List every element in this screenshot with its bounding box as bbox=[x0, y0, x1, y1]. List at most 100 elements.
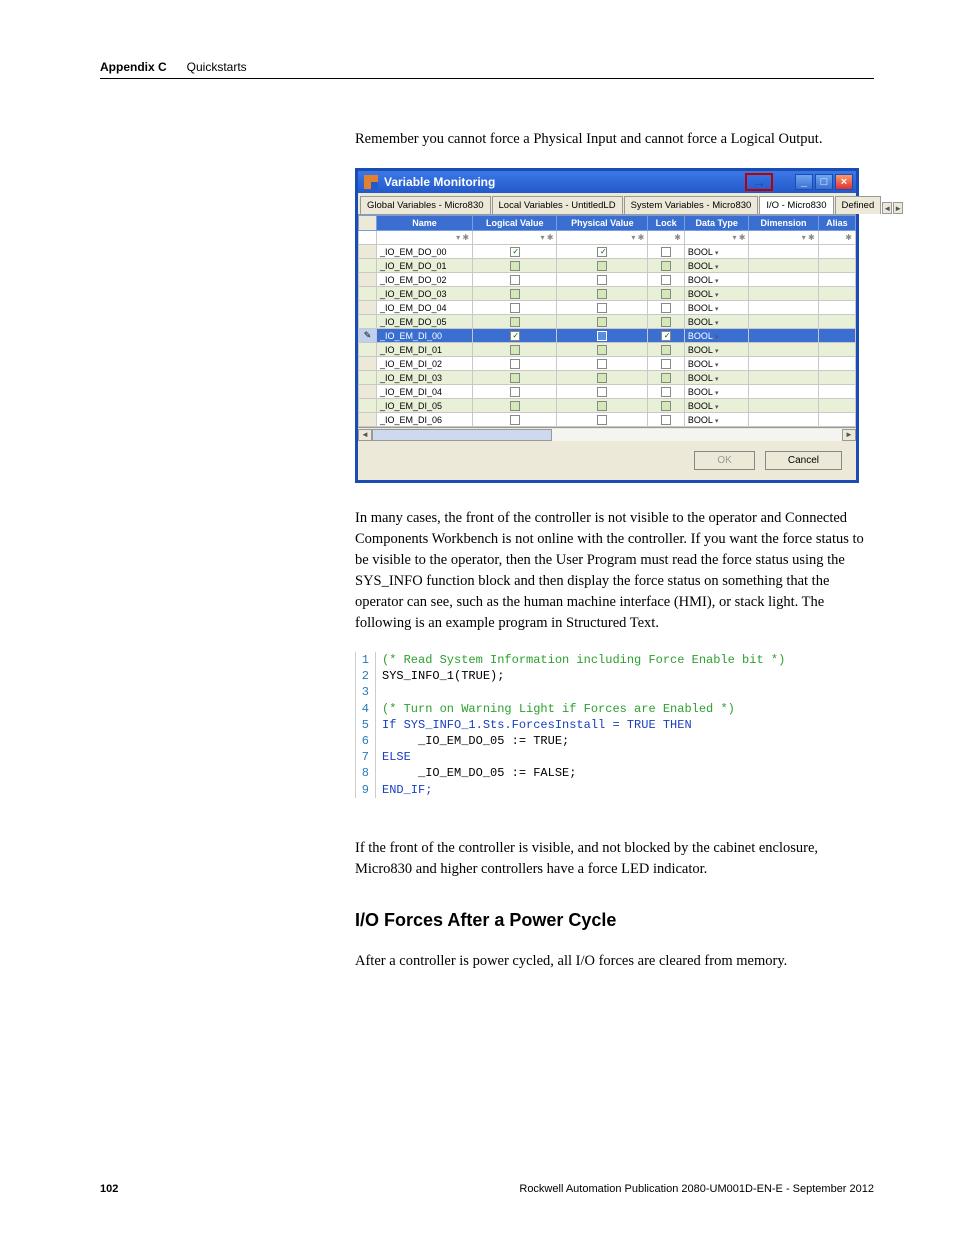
filter-logical[interactable]: ▾ ✱ bbox=[473, 231, 557, 245]
checkbox-icon[interactable] bbox=[661, 261, 671, 271]
checkbox-icon[interactable] bbox=[510, 373, 520, 383]
cell-logical[interactable] bbox=[473, 399, 557, 413]
close-button[interactable]: × bbox=[835, 174, 853, 190]
checkbox-icon[interactable] bbox=[510, 345, 520, 355]
table-row[interactable]: _IO_EM_DI_06BOOL bbox=[359, 413, 856, 427]
cell-datatype[interactable]: BOOL bbox=[684, 273, 749, 287]
checkbox-icon[interactable] bbox=[661, 275, 671, 285]
tab-scroll-right-icon[interactable]: ► bbox=[893, 202, 903, 214]
filter-name[interactable]: ▾ ✱ bbox=[377, 231, 473, 245]
cell-lock[interactable] bbox=[648, 413, 685, 427]
maximize-button[interactable]: □ bbox=[815, 174, 833, 190]
checkbox-icon[interactable] bbox=[597, 289, 607, 299]
scroll-left-icon[interactable]: ◄ bbox=[358, 429, 372, 441]
cell-logical[interactable] bbox=[473, 385, 557, 399]
filter-dimension[interactable]: ▾ ✱ bbox=[749, 231, 818, 245]
checkbox-icon[interactable] bbox=[597, 247, 607, 257]
checkbox-icon[interactable] bbox=[597, 373, 607, 383]
tab-global-variables[interactable]: Global Variables - Micro830 bbox=[360, 196, 491, 214]
checkbox-icon[interactable] bbox=[661, 303, 671, 313]
table-row[interactable]: _IO_EM_DO_01BOOL bbox=[359, 259, 856, 273]
scroll-thumb[interactable] bbox=[372, 429, 552, 441]
checkbox-icon[interactable] bbox=[661, 331, 671, 341]
cell-logical[interactable] bbox=[473, 245, 557, 259]
checkbox-icon[interactable] bbox=[661, 345, 671, 355]
cell-physical[interactable] bbox=[557, 357, 648, 371]
cell-logical[interactable] bbox=[473, 287, 557, 301]
checkbox-icon[interactable] bbox=[597, 359, 607, 369]
cell-logical[interactable] bbox=[473, 357, 557, 371]
cell-logical[interactable] bbox=[473, 343, 557, 357]
cell-lock[interactable] bbox=[648, 343, 685, 357]
checkbox-icon[interactable] bbox=[510, 303, 520, 313]
checkbox-icon[interactable] bbox=[661, 387, 671, 397]
cell-datatype[interactable]: BOOL bbox=[684, 357, 749, 371]
table-row[interactable]: _IO_EM_DI_01BOOL bbox=[359, 343, 856, 357]
checkbox-icon[interactable] bbox=[510, 359, 520, 369]
table-row[interactable]: _IO_EM_DO_04BOOL bbox=[359, 301, 856, 315]
checkbox-icon[interactable] bbox=[661, 359, 671, 369]
filter-alias[interactable]: ✱ bbox=[818, 231, 855, 245]
table-row[interactable]: _IO_EM_DI_02BOOL bbox=[359, 357, 856, 371]
cell-physical[interactable] bbox=[557, 399, 648, 413]
cell-lock[interactable] bbox=[648, 329, 685, 343]
checkbox-icon[interactable] bbox=[597, 415, 607, 425]
cell-lock[interactable] bbox=[648, 259, 685, 273]
checkbox-icon[interactable] bbox=[510, 331, 520, 341]
filter-datatype[interactable]: ▾ ✱ bbox=[684, 231, 749, 245]
cancel-button[interactable]: Cancel bbox=[765, 451, 842, 470]
checkbox-icon[interactable] bbox=[510, 317, 520, 327]
cell-lock[interactable] bbox=[648, 245, 685, 259]
table-row[interactable]: _IO_EM_DI_05BOOL bbox=[359, 399, 856, 413]
checkbox-icon[interactable] bbox=[661, 373, 671, 383]
cell-physical[interactable] bbox=[557, 343, 648, 357]
cell-logical[interactable] bbox=[473, 259, 557, 273]
ok-button[interactable]: OK bbox=[694, 451, 754, 470]
cell-datatype[interactable]: BOOL bbox=[684, 385, 749, 399]
table-row[interactable]: _IO_EM_DO_02BOOL bbox=[359, 273, 856, 287]
cell-physical[interactable] bbox=[557, 371, 648, 385]
checkbox-icon[interactable] bbox=[510, 401, 520, 411]
cell-datatype[interactable]: BOOL bbox=[684, 371, 749, 385]
minimize-button[interactable]: _ bbox=[795, 174, 813, 190]
table-row[interactable]: _IO_EM_DI_04BOOL bbox=[359, 385, 856, 399]
table-row[interactable]: _IO_EM_DO_05BOOL bbox=[359, 315, 856, 329]
col-logical-value[interactable]: Logical Value bbox=[473, 216, 557, 231]
cell-physical[interactable] bbox=[557, 301, 648, 315]
cell-logical[interactable] bbox=[473, 329, 557, 343]
tab-system-variables[interactable]: System Variables - Micro830 bbox=[624, 196, 759, 214]
cell-logical[interactable] bbox=[473, 371, 557, 385]
checkbox-icon[interactable] bbox=[661, 317, 671, 327]
cell-datatype[interactable]: BOOL bbox=[684, 329, 749, 343]
cell-datatype[interactable]: BOOL bbox=[684, 399, 749, 413]
cell-datatype[interactable]: BOOL bbox=[684, 259, 749, 273]
cell-logical[interactable] bbox=[473, 301, 557, 315]
checkbox-icon[interactable] bbox=[597, 317, 607, 327]
checkbox-icon[interactable] bbox=[510, 415, 520, 425]
checkbox-icon[interactable] bbox=[510, 289, 520, 299]
cell-physical[interactable] bbox=[557, 385, 648, 399]
cell-datatype[interactable]: BOOL bbox=[684, 343, 749, 357]
checkbox-icon[interactable] bbox=[597, 303, 607, 313]
cell-physical[interactable] bbox=[557, 329, 648, 343]
horizontal-scrollbar[interactable]: ◄ ► bbox=[358, 427, 856, 441]
filter-lock[interactable]: ✱ bbox=[648, 231, 685, 245]
table-row[interactable]: _IO_EM_DO_00BOOL bbox=[359, 245, 856, 259]
checkbox-icon[interactable] bbox=[597, 345, 607, 355]
checkbox-icon[interactable] bbox=[510, 387, 520, 397]
cell-logical[interactable] bbox=[473, 273, 557, 287]
table-row[interactable]: ✎_IO_EM_DI_00BOOL bbox=[359, 329, 856, 343]
checkbox-icon[interactable] bbox=[661, 247, 671, 257]
cell-physical[interactable] bbox=[557, 413, 648, 427]
cell-physical[interactable] bbox=[557, 273, 648, 287]
cell-logical[interactable] bbox=[473, 315, 557, 329]
tab-defined[interactable]: Defined bbox=[835, 196, 882, 214]
checkbox-icon[interactable] bbox=[661, 401, 671, 411]
table-row[interactable]: _IO_EM_DO_03BOOL bbox=[359, 287, 856, 301]
checkbox-icon[interactable] bbox=[597, 331, 607, 341]
cell-lock[interactable] bbox=[648, 357, 685, 371]
checkbox-icon[interactable] bbox=[510, 275, 520, 285]
checkbox-icon[interactable] bbox=[597, 401, 607, 411]
checkbox-icon[interactable] bbox=[597, 275, 607, 285]
cell-physical[interactable] bbox=[557, 259, 648, 273]
